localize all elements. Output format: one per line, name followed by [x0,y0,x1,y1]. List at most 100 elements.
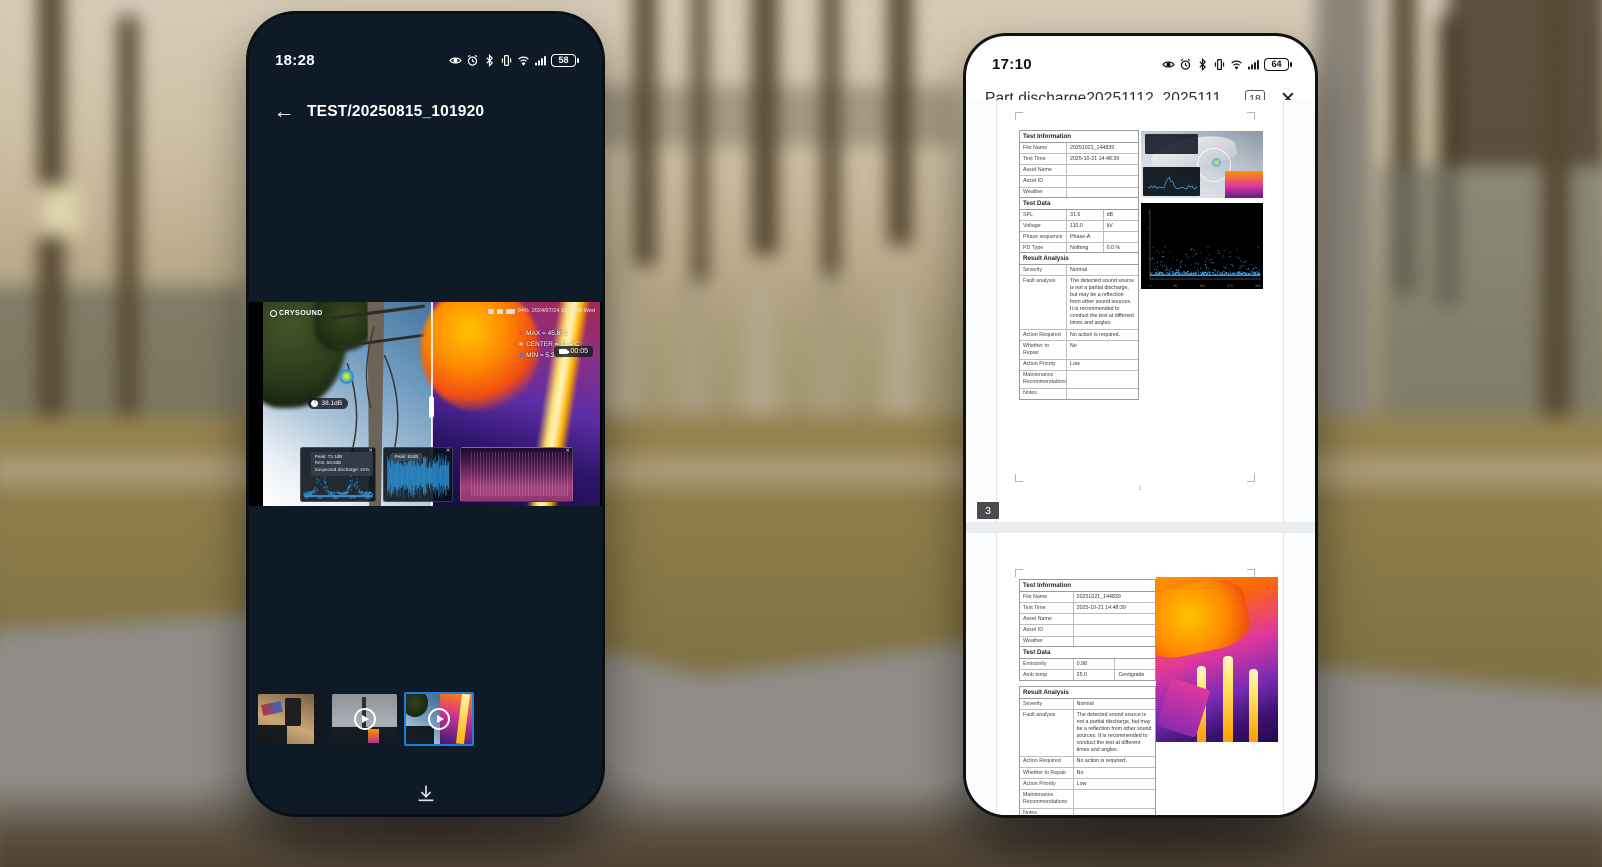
rms-value: Rms: 58.0dB [315,460,370,467]
document-page-4: Test Information File Name20251021_14483… [996,533,1284,815]
background-bushing-stack [1448,0,1602,166]
bluetooth-icon [1196,58,1209,71]
table-row-label: Asset ID [1020,176,1066,186]
peak-tooltip: Peak: 73.1dB Rms: 58.0dB Suspected disch… [311,452,374,477]
table-row-value: No action is required. [1066,330,1138,340]
spectrum-scatter [1141,203,1263,289]
table-row: Maintenance Recommendations [1020,371,1138,389]
peak-value: Peak: 73.1dB [315,454,370,461]
thumbnail-photo-desk[interactable] [258,694,323,744]
table-row: Voltage110.0kV [1020,221,1138,232]
polar-chart-panel: ✕ Peak: 73.1dB Rms: 58.0dB Suspected dis… [300,447,376,502]
table-row-value: 2025-10-21 14:48:39 [1073,603,1155,613]
table-row-label: Fault analysis [1020,710,1073,756]
table-row-value: 2025-10-21 14:48:39 [1066,154,1138,164]
max-temp-dot [519,331,523,335]
background-substation-photo [0,0,1602,867]
vibrate-icon [1213,58,1226,71]
photo-overlay-panel [1145,134,1199,154]
camera-battery-icon [506,309,515,314]
battery-percent: 58 [558,55,568,65]
table-row-value: Normal [1066,265,1138,275]
table-row-value [1114,659,1155,669]
split-divider-handle[interactable] [429,396,434,418]
table-row-value: 110.0 [1066,221,1103,231]
background-insulator-pole [752,0,778,256]
table-row-value: Centigrade [1114,670,1155,680]
play-icon [428,708,450,730]
status-icons: 58 [449,54,576,67]
thermal-tank [1156,577,1255,663]
table-row: Action PriorityLow [1020,360,1138,371]
play-icon [354,708,376,730]
camera-battery-percent: 94% [518,308,529,314]
wifi-icon [517,54,530,67]
table-row-value: The detected sound source is not a parti… [1073,710,1155,756]
table-row: File Name20251021_144839 [1020,143,1138,154]
table-row-value [1066,165,1138,175]
table-row: SPL31.6dB [1020,210,1138,221]
video-frame: CRYSOUND ! 38.1dB 94% [263,302,600,506]
table-row: Test Time2025-10-21 14:48:39 [1020,603,1155,614]
test-information-table: Test Information File Name20251021_14483… [1019,130,1139,199]
table-row-label: Test Time [1020,603,1073,613]
table-row: Fault analysisThe detected sound source … [1020,710,1155,757]
flag-icon [497,309,503,314]
table-row-value: dB [1103,210,1138,220]
table-row-value [1066,371,1138,388]
right-phone: 17:10 64 Part discharge20251112_2025111.… [966,36,1315,815]
table-row-value [1073,790,1155,807]
table-row-label: Action Priority [1020,779,1073,789]
info-icon: ! [311,400,318,407]
table-title: Result Analysis [1020,253,1138,265]
table-row-label: Amb temp [1020,670,1073,680]
close-icon: ✕ [565,449,570,455]
table-row-value [1073,809,1155,815]
table-row-label: Whether to Repair [1020,341,1066,358]
brand-text: CRYSOUND [279,310,323,317]
thumbnail-video-1[interactable] [332,694,397,744]
clock-text: 17:10 [992,56,1032,73]
wifi-icon [1230,58,1243,71]
table-row-value: kV [1103,221,1138,231]
temp-max: MAX = 45.8°C [519,328,580,339]
table-title: Test Data [1020,647,1155,659]
sound-level-value: 38.1dB [321,400,342,407]
result-analysis-table: Result Analysis SeverityNormalFault anal… [1019,686,1156,815]
polar-x-ticks: 0° 90° 180° 270° 360° [305,496,372,500]
background-insulator-pole [118,16,138,456]
video-player-area[interactable]: CRYSOUND ! 38.1dB 94% [249,302,602,506]
document-page-3: 3 Test Information File Name20251021_144… [996,100,1284,522]
download-button[interactable] [409,776,443,810]
table-row-label: File Name [1020,143,1066,153]
test-information-table: Test Information File Name20251021_14483… [1019,579,1156,648]
table-row-value: No [1073,768,1155,778]
table-row-value [1073,625,1155,635]
page-title: TEST/20250815_101920 [307,103,484,121]
thumb-object [285,698,301,726]
background-light-panel [39,186,81,236]
table-row-value: Phase-A [1066,232,1103,242]
table-row-label: Action Required [1020,330,1066,340]
table-row-value: Normal [1073,699,1155,709]
table-row: SeverityNormal [1020,699,1155,710]
back-button[interactable]: ← [269,97,299,127]
table-row-label: Emissivity [1020,659,1073,669]
thumbnail-video-2-selected[interactable] [404,692,474,746]
camera-datetime: 2024/07/24 16:27:36 Wed [532,308,595,314]
table-row-value: 31.6 [1066,210,1103,220]
result-analysis-table: Result Analysis SeverityNormalFault anal… [1019,252,1139,400]
alarm-icon [1179,58,1192,71]
table-title: Test Data [1020,198,1138,210]
spectrum-x-ticks: 0 90 180 270 360 [1150,284,1261,288]
crop-mark [1247,474,1255,482]
crop-mark [1247,112,1255,120]
table-row: Asset Name [1020,165,1138,176]
screenshot-root: 18:28 58 ← TEST/20250815_101920 [0,0,1602,867]
table-row: Notes [1020,809,1155,815]
table-row-label: Fault analysis [1020,276,1066,329]
table-row-label: Severity [1020,699,1073,709]
table-row: Action PriorityLow [1020,779,1155,790]
table-row-value [1066,389,1138,399]
document-viewport[interactable]: 3 Test Information File Name20251021_144… [966,100,1315,815]
